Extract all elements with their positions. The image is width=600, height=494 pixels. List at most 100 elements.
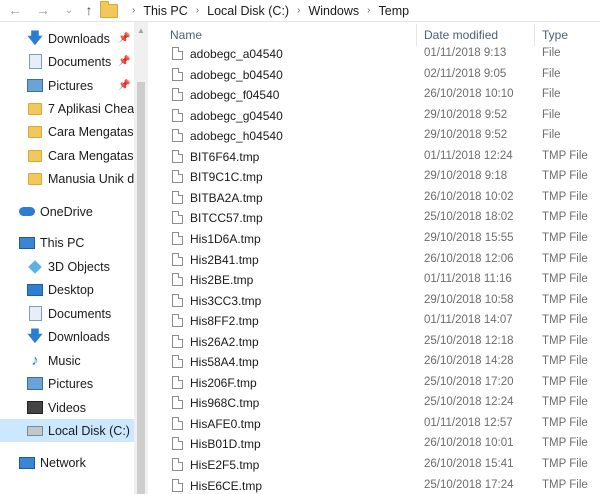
scroll-up-icon[interactable]: ▲ — [137, 26, 145, 35]
sidebar-item-label: Desktop — [48, 282, 94, 297]
pin-icon[interactable]: 📌 — [118, 33, 130, 44]
chevron-right-icon[interactable]: › — [367, 5, 370, 16]
file-icon — [172, 355, 183, 369]
sidebar-item-local-disk[interactable]: Local Disk (C:) — [0, 419, 134, 442]
file-row[interactable]: His2B41.tmp 26/10/2018 12:06 TMP File — [152, 250, 600, 271]
file-date-modified: 25/10/2018 12:18 — [424, 334, 514, 347]
back-arrow-icon[interactable]: ← — [6, 2, 24, 18]
breadcrumb-local-disk[interactable]: Local Disk (C:) — [207, 4, 289, 18]
file-row[interactable]: adobegc_g04540 29/10/2018 9:52 File — [152, 106, 600, 127]
sidebar-item-music[interactable]: ♪ Music — [0, 349, 134, 372]
file-date-modified: 01/11/2018 12:57 — [424, 416, 513, 429]
file-row[interactable]: HisAFE0.tmp 01/11/2018 12:57 TMP File — [152, 414, 600, 435]
file-row[interactable]: His968C.tmp 25/10/2018 12:24 TMP File — [152, 393, 600, 414]
file-row[interactable]: His58A4.tmp 26/10/2018 14:28 TMP File — [152, 352, 600, 373]
sidebar-item-label: Music — [48, 353, 81, 368]
sidebar-item-pictures-quick[interactable]: Pictures 📌 — [0, 74, 134, 97]
file-icon — [172, 334, 183, 348]
column-header-type[interactable]: Type — [542, 28, 568, 42]
up-arrow-icon[interactable]: ↑ — [80, 2, 98, 18]
file-name: HisAFE0.tmp — [190, 416, 261, 431]
file-name: BIT9C1C.tmp — [190, 170, 263, 185]
column-header-date-modified[interactable]: Date modified — [424, 28, 498, 42]
sidebar-item-folder-manusia[interactable]: Manusia Unik di — [0, 167, 137, 190]
file-row[interactable]: adobegc_b04540 02/11/2018 9:05 File — [152, 65, 600, 86]
sidebar-item-network[interactable]: Network — [0, 451, 134, 474]
pictures-icon — [27, 377, 43, 391]
file-row[interactable]: His8FF2.tmp 01/11/2018 14:07 TMP File — [152, 311, 600, 332]
sidebar-item-downloads[interactable]: 🡇 Downloads — [0, 325, 134, 348]
breadcrumb-windows[interactable]: Windows — [308, 4, 359, 18]
file-row[interactable]: His206F.tmp 25/10/2018 17:20 TMP File — [152, 373, 600, 394]
forward-arrow-icon[interactable]: → — [34, 2, 52, 18]
sidebar-item-label: Downloads — [48, 31, 110, 46]
file-name: adobegc_f04540 — [190, 88, 280, 103]
column-header-name[interactable]: Name — [170, 28, 202, 42]
breadcrumb-this-pc[interactable]: This PC — [143, 4, 187, 18]
column-divider[interactable] — [534, 24, 535, 46]
file-date-modified: 29/10/2018 9:18 — [424, 170, 508, 183]
sidebar-item-3d-objects[interactable]: 3D Objects — [0, 255, 134, 278]
sidebar-item-folder-mengatasi-1[interactable]: Cara Mengatasi — [0, 120, 136, 143]
onedrive-icon — [19, 205, 35, 219]
file-row[interactable]: BIT9C1C.tmp 29/10/2018 9:18 TMP File — [152, 167, 600, 188]
sidebar-item-label: Network — [40, 455, 86, 470]
file-row[interactable]: HisB01D.tmp 26/10/2018 10:01 TMP File — [152, 434, 600, 455]
folder-icon — [27, 125, 43, 139]
sidebar-item-folder-mengatasi-2[interactable]: Cara Mengatasi — [0, 144, 136, 167]
sidebar-item-this-pc[interactable]: This PC — [0, 231, 134, 254]
sidebar-item-label: 7 Aplikasi Cheat — [48, 101, 138, 116]
file-name: BITCC57.tmp — [190, 211, 263, 226]
sidebar-item-documents-quick[interactable]: Documents 📌 — [0, 50, 134, 73]
file-row[interactable]: BITBA2A.tmp 26/10/2018 10:02 TMP File — [152, 188, 600, 209]
file-date-modified: 25/10/2018 18:02 — [424, 211, 514, 224]
file-name: His58A4.tmp — [190, 355, 259, 370]
pin-icon[interactable]: 📌 — [118, 56, 130, 67]
pin-icon[interactable]: 📌 — [118, 80, 130, 91]
file-row[interactable]: BITCC57.tmp 25/10/2018 18:02 TMP File — [152, 208, 600, 229]
file-row[interactable]: HisE6CE.tmp 25/10/2018 17:24 TMP File — [152, 476, 600, 494]
file-row[interactable]: His1D6A.tmp 29/10/2018 15:55 TMP File — [152, 229, 600, 250]
file-type: TMP File — [542, 170, 588, 183]
file-icon — [172, 47, 183, 60]
scrollbar-thumb[interactable] — [137, 82, 145, 494]
sidebar-item-documents[interactable]: Documents — [0, 302, 134, 325]
file-row[interactable]: His3CC3.tmp 29/10/2018 10:58 TMP File — [152, 291, 600, 312]
file-icon — [172, 293, 183, 307]
file-row[interactable]: BIT6F64.tmp 01/11/2018 12:24 TMP File — [152, 147, 600, 168]
navigation-pane-scrollbar[interactable]: ▲ — [134, 22, 148, 494]
sidebar-item-onedrive[interactable]: OneDrive — [0, 200, 134, 223]
file-date-modified: 26/10/2018 10:01 — [424, 437, 514, 450]
file-name: His3CC3.tmp — [190, 293, 262, 308]
sidebar-item-label: This PC — [40, 235, 85, 250]
sidebar-item-pictures[interactable]: Pictures — [0, 372, 134, 395]
file-row[interactable]: His26A2.tmp 25/10/2018 12:18 TMP File — [152, 332, 600, 353]
file-icon — [172, 149, 183, 163]
file-icon — [172, 108, 183, 122]
file-row[interactable]: HisE2F5.tmp 26/10/2018 15:41 TMP File — [152, 455, 600, 476]
breadcrumb-temp[interactable]: Temp — [379, 4, 410, 18]
file-row[interactable]: adobegc_a04540 01/11/2018 9:13 File — [152, 44, 600, 65]
breadcrumb[interactable]: › This PC › Local Disk (C:) › Windows › … — [100, 0, 409, 21]
chevron-right-icon[interactable]: › — [132, 5, 135, 16]
sidebar-item-folder-aplikasi[interactable]: 7 Aplikasi Cheat — [0, 97, 138, 120]
folder-icon — [27, 149, 43, 163]
sidebar-item-desktop[interactable]: Desktop — [0, 278, 134, 301]
column-divider[interactable] — [416, 24, 417, 46]
file-type: TMP File — [542, 355, 588, 368]
chevron-right-icon[interactable]: › — [297, 5, 300, 16]
chevron-right-icon[interactable]: › — [196, 5, 199, 16]
file-type: TMP File — [542, 416, 588, 429]
file-row[interactable]: adobegc_f04540 26/10/2018 10:10 File — [152, 85, 600, 106]
sidebar-item-videos[interactable]: Videos — [0, 396, 134, 419]
file-row[interactable]: His2BE.tmp 01/11/2018 11:16 TMP File — [152, 270, 600, 291]
3d-objects-icon — [27, 259, 43, 274]
file-row[interactable]: adobegc_h04540 29/10/2018 9:52 File — [152, 126, 600, 147]
sidebar-item-downloads-quick[interactable]: 🡇 Downloads 📌 — [0, 27, 134, 50]
file-icon — [172, 273, 183, 287]
file-name: His206F.tmp — [190, 375, 257, 390]
file-icon — [172, 231, 183, 245]
file-name: His2BE.tmp — [190, 273, 254, 288]
file-date-modified: 01/11/2018 12:24 — [424, 149, 513, 162]
recent-locations-chevron-icon[interactable]: ⌄ — [60, 2, 78, 18]
